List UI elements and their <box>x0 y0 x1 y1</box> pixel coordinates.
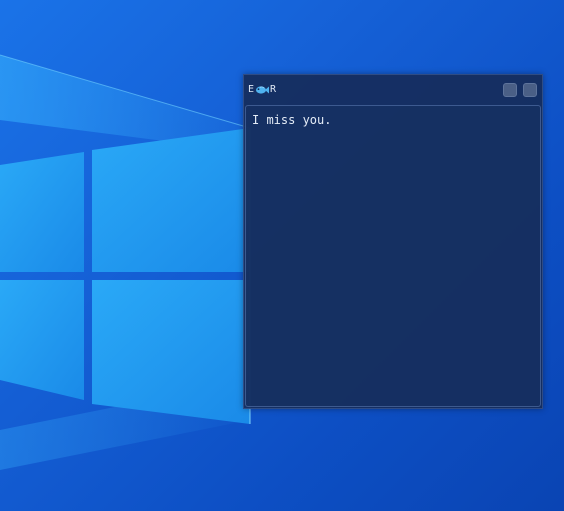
fish-icon <box>256 86 270 94</box>
sticky-note-window[interactable]: E R I miss you. <box>243 74 543 409</box>
logo-pane-bottom-left <box>0 280 84 400</box>
note-text-area[interactable]: I miss you. <box>245 105 541 407</box>
title-suffix: R <box>270 84 277 95</box>
logo-pane-bottom-right <box>92 280 250 424</box>
note-text: I miss you. <box>252 113 332 127</box>
logo-pane-top-left <box>0 152 84 272</box>
note-title: E R <box>248 84 276 96</box>
window-control-button[interactable] <box>523 83 537 97</box>
logo-pane-top-right <box>92 128 250 272</box>
desktop: E R I miss you. <box>0 0 564 511</box>
title-prefix: E <box>248 84 255 95</box>
note-titlebar[interactable]: E R <box>244 75 542 104</box>
window-control-button[interactable] <box>503 83 517 97</box>
